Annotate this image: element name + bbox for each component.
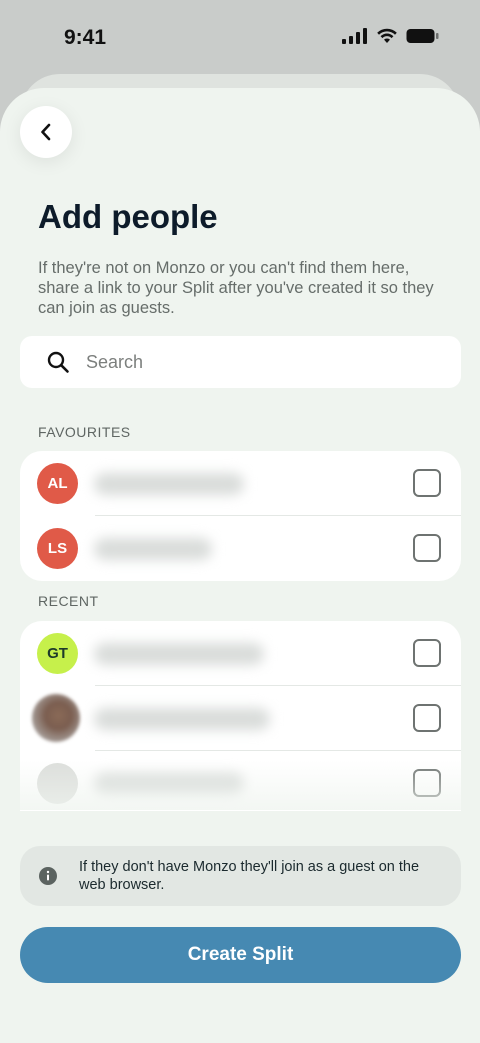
contact-name-redacted bbox=[94, 538, 212, 560]
avatar bbox=[37, 763, 78, 804]
list-item[interactable]: GT bbox=[20, 621, 461, 687]
page-title: Add people bbox=[38, 198, 218, 235]
avatar-initials: GT bbox=[47, 645, 68, 662]
status-icons bbox=[342, 28, 440, 44]
avatar-initials: AL bbox=[47, 475, 68, 492]
list-item[interactable]: AL bbox=[20, 451, 461, 517]
select-checkbox[interactable] bbox=[413, 704, 441, 732]
wifi-icon bbox=[377, 28, 397, 43]
avatar-initials: LS bbox=[47, 540, 68, 557]
list-item[interactable] bbox=[20, 686, 461, 752]
avatar: AL bbox=[37, 463, 78, 504]
recent-list: GT bbox=[20, 621, 461, 811]
contact-name-redacted bbox=[94, 643, 264, 665]
avatar: LS bbox=[37, 528, 78, 569]
select-checkbox[interactable] bbox=[413, 769, 441, 797]
info-text: If they don't have Monzo they'll join as… bbox=[79, 859, 420, 893]
favourites-list: AL LS bbox=[20, 451, 461, 581]
search-bar[interactable] bbox=[20, 336, 461, 388]
create-split-button[interactable]: Create Split bbox=[20, 927, 461, 983]
page-subtitle: If they're not on Monzo or you can't fin… bbox=[38, 259, 434, 317]
select-checkbox[interactable] bbox=[413, 534, 441, 562]
avatar-photo bbox=[32, 694, 80, 742]
status-time: 9:41 bbox=[64, 26, 107, 49]
contact-name-redacted bbox=[94, 473, 244, 495]
select-checkbox[interactable] bbox=[413, 469, 441, 497]
select-checkbox[interactable] bbox=[413, 639, 441, 667]
battery-icon bbox=[406, 29, 439, 43]
favourites-label: FAVOURITES bbox=[38, 424, 131, 440]
status-bar: 9:41 bbox=[0, 0, 480, 78]
list-item[interactable] bbox=[20, 751, 461, 811]
contact-name-redacted bbox=[94, 773, 244, 795]
back-button[interactable] bbox=[20, 106, 72, 158]
signal-icon bbox=[342, 28, 367, 44]
recent-label: RECENT bbox=[38, 593, 99, 609]
list-item[interactable]: LS bbox=[20, 516, 461, 581]
avatar: GT bbox=[37, 633, 78, 674]
info-banner: If they don't have Monzo they'll join as… bbox=[20, 846, 461, 906]
chevron-left-icon bbox=[41, 123, 51, 141]
info-icon bbox=[39, 867, 57, 885]
search-input[interactable] bbox=[84, 348, 444, 376]
contact-name-redacted bbox=[94, 708, 270, 730]
search-icon bbox=[47, 351, 69, 373]
